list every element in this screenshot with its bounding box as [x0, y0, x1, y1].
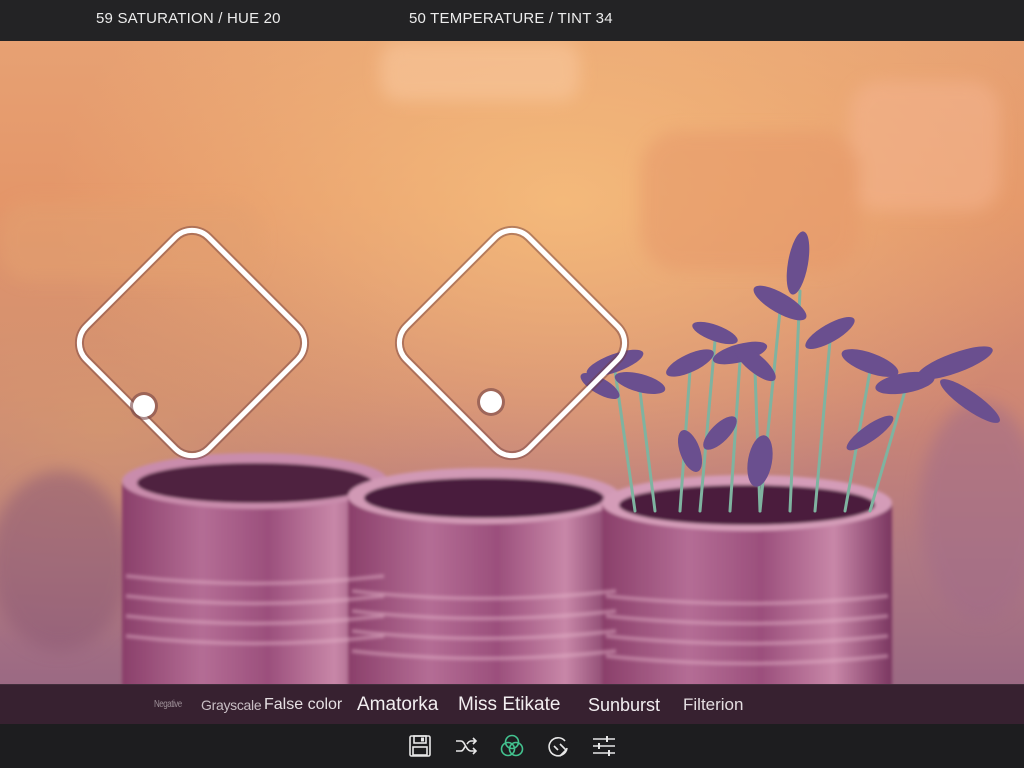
- filter-grayscale[interactable]: Grayscale: [201, 685, 262, 725]
- temperature-tint-readout: 50 TEMPERATURE / TINT 34: [409, 10, 613, 27]
- filter-false-color[interactable]: False color: [264, 685, 342, 725]
- filter-filterion[interactable]: Filterion: [683, 685, 743, 725]
- undo-icon: [548, 736, 568, 757]
- undo-button[interactable]: [545, 733, 571, 759]
- shuffle-button[interactable]: [453, 733, 479, 759]
- top-status-bar: 59 SATURATION / HUE 20 50 TEMPERATURE / …: [0, 0, 1024, 41]
- color-filter-icon: [500, 734, 524, 757]
- color-filter-button[interactable]: [499, 733, 525, 759]
- filter-sunburst[interactable]: Sunburst: [588, 685, 660, 725]
- adjustments-button[interactable]: [591, 733, 617, 759]
- sliders-icon: [593, 736, 615, 756]
- filter-amatorka[interactable]: Amatorka: [357, 685, 438, 725]
- saturation-hue-knob[interactable]: [133, 395, 155, 417]
- temperature-tint-knob[interactable]: [480, 391, 502, 413]
- bottom-toolbar: [0, 724, 1024, 768]
- save-icon: [409, 735, 431, 757]
- save-button[interactable]: [407, 733, 433, 759]
- saturation-hue-readout: 59 SATURATION / HUE 20: [96, 10, 281, 27]
- filter-miss-etikate[interactable]: Miss Etikate: [458, 685, 560, 725]
- photo-editor: 59 SATURATION / HUE 20 50 TEMPERATURE / …: [0, 0, 1024, 768]
- filter-negative[interactable]: Negative: [154, 685, 182, 725]
- filter-strip[interactable]: Negative Grayscale False color Amatorka …: [0, 684, 1024, 725]
- shuffle-icon: [456, 737, 478, 755]
